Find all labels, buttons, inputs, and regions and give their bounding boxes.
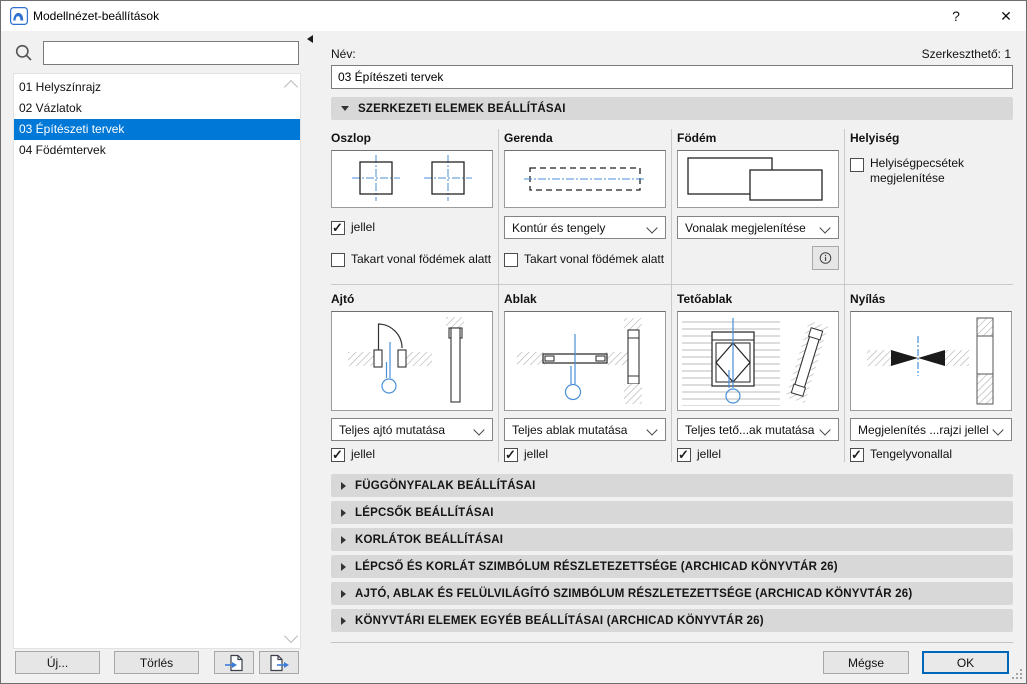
beam-hidden-line-checkbox-row: Takart vonal födémek alatt [504,252,664,267]
window-symbol-icon [517,318,642,404]
column-hidden-line-checkbox-row: Takart vonal födémek alatt [331,252,491,267]
checkbox-checked[interactable] [504,447,518,463]
section-railings[interactable]: KORLÁTOK BEÁLLÍTÁSAI [331,528,1013,551]
panel-title-zone: Helyiség [850,131,900,145]
triangle-right-icon [341,616,346,625]
list-item[interactable]: 02 Vázlatok [14,98,300,119]
checkbox-checked[interactable] [331,220,345,236]
search-input[interactable] [43,41,299,65]
triangle-down-icon [341,106,349,111]
list-item-selected[interactable]: 03 Építészeti tervek [14,119,300,140]
divider [844,129,845,462]
skylight-symbol-icon [682,316,829,406]
checkbox-checked[interactable] [677,447,691,463]
new-button[interactable]: Új... [15,651,100,674]
list-item[interactable]: 04 Födémtervek [14,140,300,161]
section-door-window-skylight-detail[interactable]: AJTÓ, ABLAK ÉS FELÜLVILÁGÍTÓ SZIMBÓLUM R… [331,582,1013,605]
beam-preview [504,150,666,208]
close-button[interactable]: ✕ [986,1,1026,31]
slab-preview [677,150,839,208]
search-icon [15,44,32,61]
checkbox-checked[interactable] [331,447,345,463]
chevron-down-icon [819,424,831,436]
skylight-preview [677,311,839,411]
chevron-down-icon [992,424,1004,436]
triangle-right-icon [341,589,346,598]
section-structural-elements[interactable]: SZERKEZETI ELEMEK BEÁLLÍTÁSAI [331,97,1013,120]
checkbox-unchecked[interactable] [504,252,518,267]
panel-title-skylight: Tetőablak [677,292,733,306]
panel-title-column: Oszlop [331,131,372,145]
divider [671,129,672,462]
import-icon [225,654,243,671]
name-input[interactable] [331,65,1013,89]
beam-symbol-icon [524,167,646,191]
export-button[interactable] [259,651,299,674]
ok-button[interactable]: OK [922,651,1009,674]
slab-display-dropdown[interactable]: Vonalak megjelenítése [677,216,839,239]
info-icon [819,252,832,264]
checkbox-unchecked[interactable] [850,158,864,172]
chevron-down-icon [819,222,831,234]
name-label: Név: [331,47,356,61]
divider [331,284,1013,285]
checkbox-unchecked[interactable] [331,252,345,267]
divider [498,129,499,462]
zone-stamp-checkbox-row: Helyiségpecsétek megjelenítése [850,156,1005,186]
combination-list: 01 Helyszínrajz 02 Vázlatok 03 Építészet… [13,73,301,649]
opening-axis-checkbox-row: Tengelyvonallal [850,447,952,463]
panel-title-window: Ablak [504,292,537,306]
resize-grip[interactable] [1010,667,1023,680]
column-symbol-icon [352,155,472,201]
import-button[interactable] [214,651,254,674]
window-preview [504,311,666,411]
window-display-dropdown[interactable]: Teljes ablak mutatása [504,418,666,441]
slab-info-button[interactable] [812,246,839,270]
panel-title-door: Ajtó [331,292,355,306]
door-preview [331,311,493,411]
beam-display-dropdown[interactable]: Kontúr és tengely [504,216,666,239]
opening-symbol-icon [867,317,994,405]
door-symbolic-checkbox-row: jellel [331,447,375,463]
triangle-right-icon [341,535,346,544]
triangle-right-icon [341,481,346,490]
footer-divider [331,642,1013,643]
triangle-right-icon [341,508,346,517]
panel-title-beam: Gerenda [504,131,553,145]
door-symbol-icon [348,317,464,403]
archicad-logo-icon [10,7,28,25]
door-display-dropdown[interactable]: Teljes ajtó mutatása [331,418,493,441]
section-library-misc[interactable]: KÖNYVTÁRI ELEMEK EGYÉB BEÁLLÍTÁSAI (ARCH… [331,609,1013,632]
title-bar: Modellnézet-beállítások ? ✕ [1,1,1026,31]
skylight-symbolic-checkbox-row: jellel [677,447,721,463]
skylight-display-dropdown[interactable]: Teljes tető...ak mutatása [677,418,839,441]
panel-title-opening: Nyílás [850,292,886,306]
delete-button[interactable]: Törlés [114,651,199,674]
chevron-down-icon [473,424,485,436]
opening-preview [850,311,1012,411]
cancel-button[interactable]: Mégse [823,651,909,674]
panel-title-slab: Födém [677,131,717,145]
help-button[interactable]: ? [936,1,976,31]
window-title: Modellnézet-beállítások [33,9,160,23]
section-stairs[interactable]: LÉPCSŐK BEÁLLÍTÁSAI [331,501,1013,524]
checkbox-checked[interactable] [850,447,864,463]
opening-display-dropdown[interactable]: Megjelenítés ...rajzi jellel [850,418,1012,441]
model-view-options-dialog: Modellnézet-beállítások ? ✕ 01 Helyszínr… [0,0,1027,684]
chevron-down-icon [646,222,658,234]
section-stair-railing-symbol-detail[interactable]: LÉPCSŐ ÉS KORLÁT SZIMBÓLUM RÉSZLETEZETTS… [331,555,1013,578]
window-symbolic-checkbox-row: jellel [504,447,548,463]
triangle-right-icon [341,562,346,571]
collapse-panel-handle[interactable] [307,35,313,43]
export-icon [270,654,289,671]
chevron-down-icon [646,424,658,436]
list-item[interactable]: 01 Helyszínrajz [14,77,300,98]
column-preview [331,150,493,208]
column-symbolic-checkbox-row: jellel [331,220,375,236]
slab-symbol-icon [687,157,823,201]
section-curtain-walls[interactable]: FÜGGÖNYFALAK BEÁLLÍTÁSAI [331,474,1013,497]
editable-info: Szerkeszthető: 1 [921,47,1011,61]
